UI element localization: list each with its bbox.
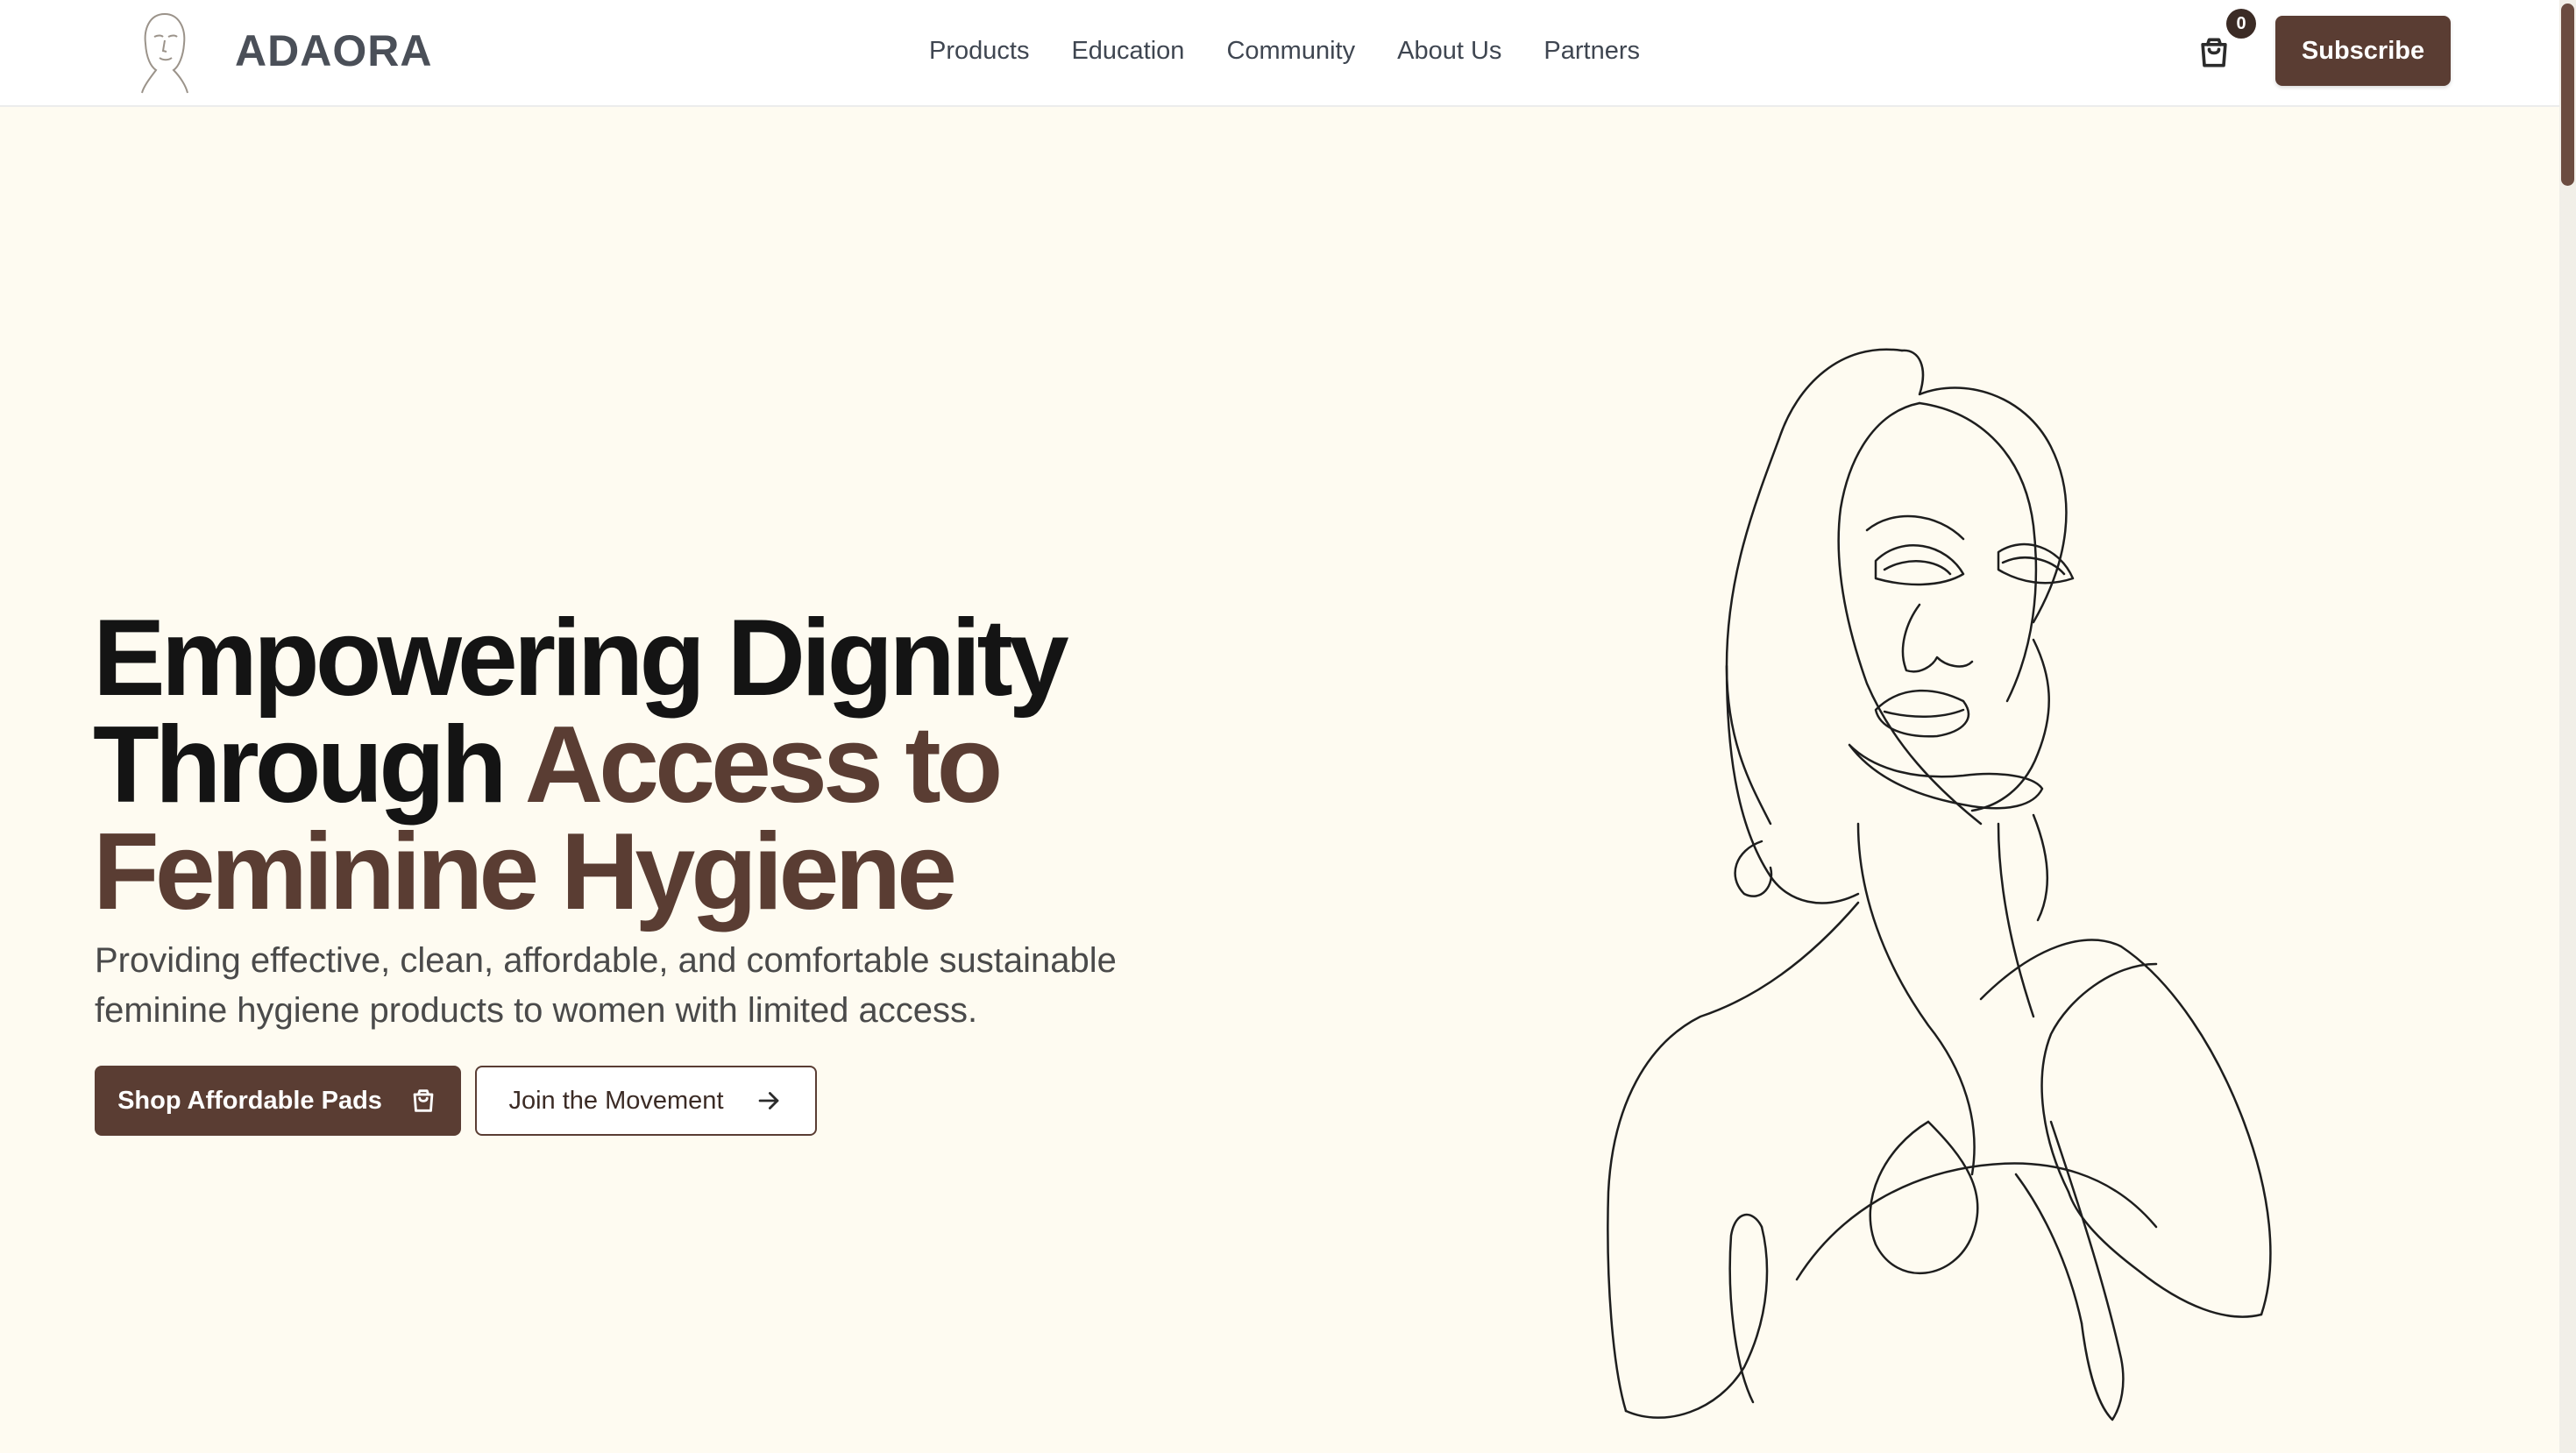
scrollbar-thumb[interactable] <box>2561 4 2574 186</box>
site-header: ADAORA Products Education Community Abou… <box>0 0 2559 107</box>
line-art-woman-illustration <box>1607 348 2272 1421</box>
shopping-bag-icon <box>413 1089 434 1112</box>
arrow-right-icon <box>758 1092 778 1109</box>
nav-item-community[interactable]: Community <box>1226 32 1355 70</box>
scrollbar-track[interactable] <box>2559 0 2576 1453</box>
nav-item-partners[interactable]: Partners <box>1543 32 1640 70</box>
shop-button-label: Shop Affordable Pads <box>117 1086 382 1115</box>
hero-subtext: Providing effective, clean, affordable, … <box>95 941 1117 1030</box>
logo-icon[interactable] <box>130 5 200 96</box>
nav-item-products[interactable]: Products <box>929 32 1029 70</box>
join-button-label: Join the Movement <box>508 1086 724 1115</box>
main-nav: Products Education Community About Us Pa… <box>929 32 1640 70</box>
shop-affordable-pads-button[interactable]: Shop Affordable Pads <box>95 1066 461 1136</box>
cart-count-badge: 0 <box>2226 9 2256 39</box>
subscribe-button[interactable]: Subscribe <box>2275 16 2451 86</box>
hero-headline: Empowering Dignity Through Access to Fem… <box>93 604 1232 926</box>
join-the-movement-button[interactable]: Join the Movement <box>475 1066 817 1136</box>
nav-item-education[interactable]: Education <box>1071 32 1184 70</box>
brand-name[interactable]: ADAORA <box>235 23 432 79</box>
shopping-bag-icon[interactable] <box>2195 33 2233 72</box>
nav-item-about-us[interactable]: About Us <box>1397 32 1501 70</box>
